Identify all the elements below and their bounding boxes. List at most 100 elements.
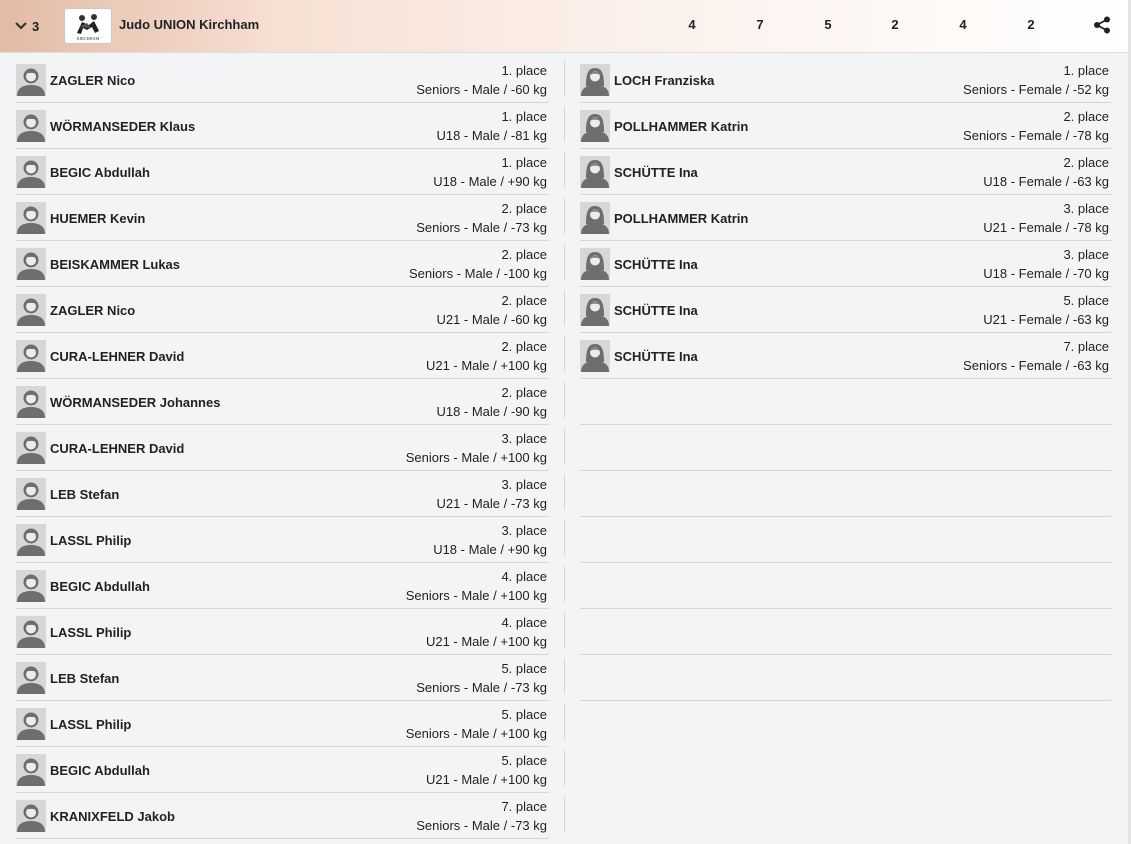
place-label: 3. place [1063, 247, 1109, 262]
stat-value: 4 [688, 17, 696, 32]
athlete-name: CURA-LEHNER David [50, 441, 185, 456]
male-avatar-icon [16, 754, 46, 786]
result-row[interactable]: BEGIC Abdullah 5. place U21 - Male / +10… [16, 747, 549, 793]
place-label: 2. place [1063, 155, 1109, 170]
result-row[interactable]: BEGIC Abdullah 1. place U18 - Male / +90… [16, 149, 549, 195]
divider-segment [564, 290, 565, 326]
place-label: 5. place [501, 753, 547, 768]
male-avatar-icon [16, 340, 46, 372]
category-label: Seniors - Male / -100 kg [408, 266, 547, 281]
divider-segment [564, 428, 565, 464]
place-label: 5. place [501, 661, 547, 676]
category-label: Seniors - Male / +100 kg [405, 726, 547, 741]
result-row[interactable]: POLLHAMMER Katrin 3. place U21 - Female … [580, 195, 1111, 241]
category-label: Seniors - Male / -73 kg [416, 220, 547, 235]
result-row[interactable]: LASSL Philip 4. place U21 - Male / +100 … [16, 609, 549, 655]
place-label: 2. place [1063, 109, 1109, 124]
category-label: U18 - Female / -70 kg [983, 266, 1109, 281]
share-button[interactable] [1093, 16, 1111, 39]
result-row[interactable]: LEB Stefan 3. place U21 - Male / -73 kg [16, 471, 549, 517]
athlete-name: CURA-LEHNER David [50, 349, 185, 364]
stat-value: 2 [891, 17, 899, 32]
place-label: 4. place [501, 569, 547, 584]
result-row[interactable]: LASSL Philip 5. place Seniors - Male / +… [16, 701, 549, 747]
athlete-name: BEGIC Abdullah [50, 579, 150, 594]
result-row[interactable]: WÖRMANSEDER Klaus 1. place U18 - Male / … [16, 103, 549, 149]
place-label: 3. place [501, 523, 547, 538]
category-label: Seniors - Male / +100 kg [405, 588, 547, 603]
category-label: Seniors - Male / -73 kg [416, 680, 547, 695]
result-row[interactable]: BEISKAMMER Lukas 2. place Seniors - Male… [16, 241, 549, 287]
male-avatar-icon [16, 386, 46, 418]
male-avatar-icon [16, 110, 46, 142]
athlete-name: LASSL Philip [50, 625, 132, 640]
place-label: 5. place [1063, 293, 1109, 308]
category-label: U21 - Male / -60 kg [436, 312, 547, 327]
result-row[interactable]: KRANIXFELD Jakob 7. place Seniors - Male… [16, 793, 549, 839]
stat-value: 2 [1027, 17, 1035, 32]
club-header[interactable]: 3 KIRCHHAM Judo UNION Kirchham 4 7 5 2 4… [0, 0, 1128, 53]
category-label: U18 - Male / -90 kg [436, 404, 547, 419]
result-row[interactable]: CURA-LEHNER David 3. place Seniors - Mal… [16, 425, 549, 471]
female-avatar-icon [580, 110, 610, 142]
place-label: 2. place [501, 201, 547, 216]
athlete-name: SCHÜTTE Ina [614, 165, 698, 180]
empty-row [580, 609, 1111, 655]
divider-segment [564, 704, 565, 740]
club-rank: 3 [32, 18, 40, 34]
place-label: 2. place [501, 293, 547, 308]
category-label: U18 - Male / -81 kg [436, 128, 547, 143]
result-row[interactable]: BEGIC Abdullah 4. place Seniors - Male /… [16, 563, 549, 609]
result-row[interactable]: LOCH Franziska 1. place Seniors - Female… [580, 57, 1111, 103]
empty-row [580, 517, 1111, 563]
category-label: U21 - Female / -78 kg [983, 220, 1109, 235]
athlete-name: LASSL Philip [50, 717, 132, 732]
place-label: 4. place [501, 615, 547, 630]
category-label: U18 - Male / +90 kg [433, 174, 547, 189]
category-label: Seniors - Female / -52 kg [963, 82, 1109, 97]
result-row[interactable]: LASSL Philip 3. place U18 - Male / +90 k… [16, 517, 549, 563]
female-avatar-icon [580, 340, 610, 372]
result-row[interactable]: WÖRMANSEDER Johannes 2. place U18 - Male… [16, 379, 549, 425]
place-label: 2. place [501, 385, 547, 400]
club-logo: KIRCHHAM [64, 8, 112, 44]
place-label: 1. place [501, 109, 547, 124]
category-label: Seniors - Male / +100 kg [405, 450, 547, 465]
result-row[interactable]: SCHÜTTE Ina 7. place Seniors - Female / … [580, 333, 1111, 379]
result-row[interactable]: ZAGLER Nico 2. place U21 - Male / -60 kg [16, 287, 549, 333]
place-label: 7. place [1063, 339, 1109, 354]
female-avatar-icon [580, 202, 610, 234]
result-row[interactable]: LEB Stefan 5. place Seniors - Male / -73… [16, 655, 549, 701]
empty-row [580, 655, 1111, 701]
result-row[interactable]: SCHÜTTE Ina 2. place U18 - Female / -63 … [580, 149, 1111, 195]
place-label: 5. place [501, 707, 547, 722]
athlete-name: BEGIC Abdullah [50, 165, 150, 180]
athlete-name: SCHÜTTE Ina [614, 257, 698, 272]
result-row[interactable]: ZAGLER Nico 1. place Seniors - Male / -6… [16, 57, 549, 103]
male-avatar-icon [16, 294, 46, 326]
result-row[interactable]: SCHÜTTE Ina 3. place U18 - Female / -70 … [580, 241, 1111, 287]
athlete-name: LEB Stefan [50, 487, 120, 502]
category-label: U18 - Male / +90 kg [433, 542, 547, 557]
athlete-name: ZAGLER Nico [50, 303, 136, 318]
chevron-down-icon [15, 22, 27, 30]
collapse-toggle[interactable]: 3 [14, 16, 39, 36]
result-row[interactable]: SCHÜTTE Ina 5. place U21 - Female / -63 … [580, 287, 1111, 333]
divider-segment [564, 612, 565, 648]
category-label: U21 - Male / -73 kg [436, 496, 547, 511]
result-row[interactable]: CURA-LEHNER David 2. place U21 - Male / … [16, 333, 549, 379]
male-avatar-icon [16, 202, 46, 234]
female-avatar-icon [580, 64, 610, 96]
male-avatar-icon [16, 570, 46, 602]
category-label: U18 - Female / -63 kg [983, 174, 1109, 189]
divider-segment [564, 474, 565, 510]
result-row[interactable]: POLLHAMMER Katrin 2. place Seniors - Fem… [580, 103, 1111, 149]
male-avatar-icon [16, 248, 46, 280]
place-label: 1. place [1063, 63, 1109, 78]
result-row[interactable]: HUEMER Kevin 2. place Seniors - Male / -… [16, 195, 549, 241]
female-avatar-icon [580, 248, 610, 280]
athlete-name: LEB Stefan [50, 671, 120, 686]
divider-segment [564, 382, 565, 418]
male-avatar-icon [16, 662, 46, 694]
empty-row [580, 425, 1111, 471]
